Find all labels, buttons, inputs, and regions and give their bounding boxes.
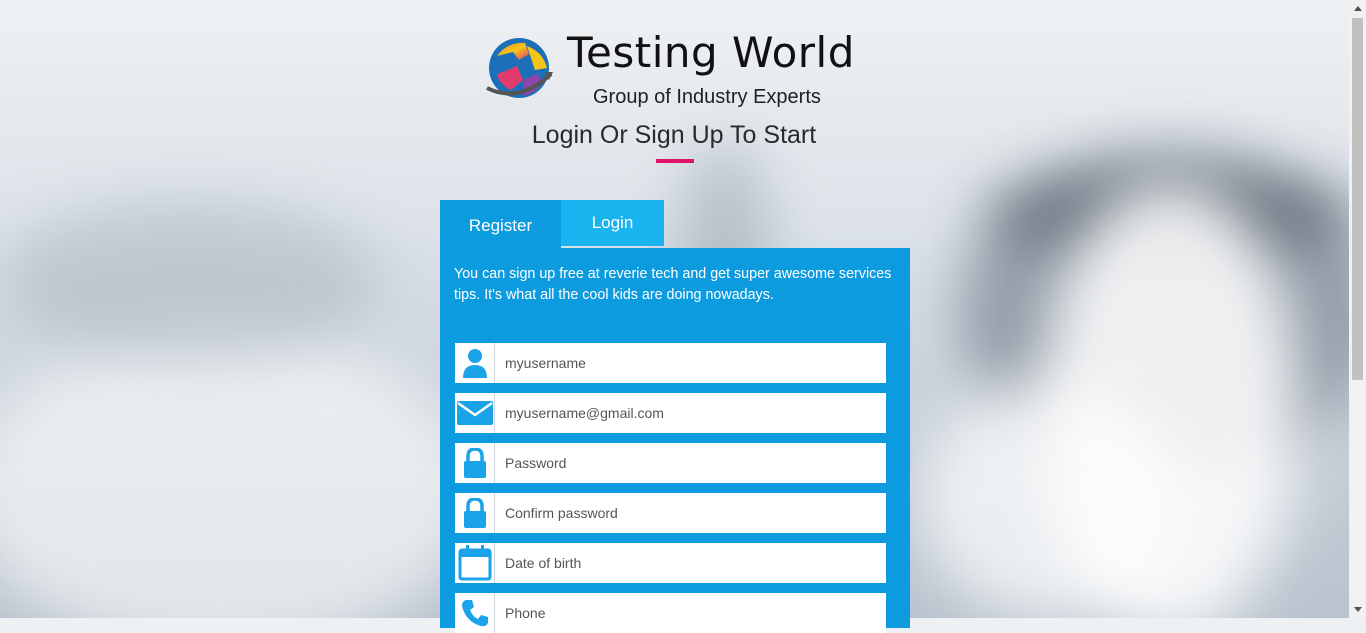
email-input[interactable]	[495, 393, 890, 433]
tab-register[interactable]: Register	[440, 200, 561, 248]
intro-text: You can sign up free at reverie tech and…	[454, 266, 892, 303]
site-logo[interactable]: Testing World Group of Industry Experts	[480, 28, 880, 112]
date-of-birth-field	[455, 543, 890, 583]
register-panel: You can sign up free at reverie tech and…	[440, 248, 910, 633]
phone-input[interactable]	[495, 593, 890, 633]
user-icon	[455, 343, 495, 383]
scrollbar-thumb[interactable]	[1352, 18, 1363, 380]
envelope-icon	[455, 393, 495, 433]
username-field	[455, 343, 890, 383]
title-underline	[656, 159, 694, 163]
phone-icon	[455, 593, 495, 633]
calendar-icon	[455, 543, 495, 583]
scroll-up-arrow-icon[interactable]	[1349, 0, 1366, 17]
globe-puzzle-logo-icon	[486, 38, 553, 98]
confirm-password-field	[455, 493, 890, 533]
vertical-scrollbar[interactable]	[1349, 0, 1366, 618]
page-title: Login Or Sign Up To Start	[531, 121, 817, 149]
email-field	[455, 393, 890, 433]
scroll-down-arrow-icon[interactable]	[1349, 601, 1366, 618]
lock-icon	[455, 443, 495, 483]
phone-field	[455, 593, 890, 633]
tab-login[interactable]: Login	[561, 200, 664, 246]
lock-icon	[455, 493, 495, 533]
username-input[interactable]	[495, 343, 890, 383]
confirm-password-input[interactable]	[495, 493, 890, 533]
logo-title: Testing World	[567, 28, 855, 77]
password-field	[455, 443, 890, 483]
logo-subtitle: Group of Industry Experts	[593, 86, 821, 108]
date-of-birth-input[interactable]	[495, 543, 890, 583]
password-input[interactable]	[495, 443, 890, 483]
